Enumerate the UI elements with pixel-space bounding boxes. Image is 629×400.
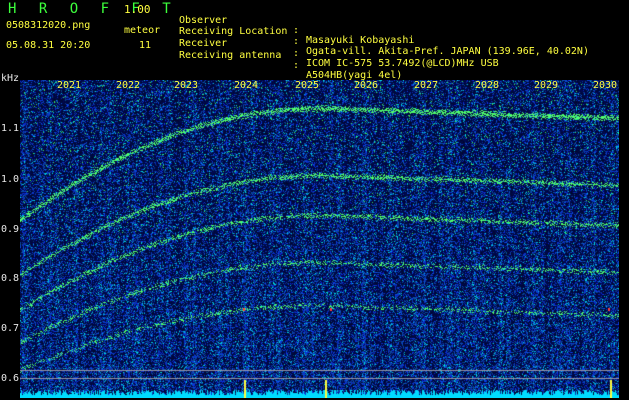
info-colon: : (293, 60, 300, 71)
info-colon: : (293, 25, 300, 36)
x-tick-label: 2023 (174, 80, 199, 91)
meteor-label: meteor (124, 25, 161, 36)
app-title: H R O F F T (8, 1, 178, 17)
info-label: Receiving antenna (179, 50, 282, 61)
y-tick-label: 0.7 (1, 323, 20, 334)
info-value: Ogata-vill. Akita-Pref. JAPAN (139.96E, … (306, 46, 589, 57)
y-axis-unit: kHz (1, 73, 20, 84)
x-tick-label: 2026 (354, 80, 379, 91)
info-value: Masayuki Kobayashi (306, 35, 415, 46)
filename: 0508312020.png (6, 20, 91, 31)
x-tick-label: 2027 (414, 80, 439, 91)
y-tick-label: 0.6 (1, 373, 20, 384)
spectrogram-canvas (20, 80, 619, 398)
hroft-window: H R O F F T 1.00 0508312020.png meteor 0… (0, 0, 629, 400)
app-version: 1.00 (124, 3, 151, 16)
x-tick-label: 2022 (116, 80, 141, 91)
x-tick-label: 2024 (234, 80, 259, 91)
x-tick-label: 2030 (593, 80, 618, 91)
datetime: 05.08.31 20:20 (6, 40, 91, 51)
info-colon: : (293, 36, 300, 47)
y-tick-label: 0.9 (1, 224, 20, 235)
y-tick-label: 0.8 (1, 273, 20, 284)
x-tick-label: 2028 (475, 80, 500, 91)
y-tick-label: 1.1 (1, 123, 20, 134)
info-colon: : (293, 48, 300, 59)
y-tick-label: 1.0 (1, 174, 20, 185)
x-tick-label: 2021 (57, 80, 82, 91)
info-value: ICOM IC-575 53.7492(@LCD)MHz USB (306, 58, 499, 69)
x-tick-label: 2025 (295, 80, 320, 91)
x-tick-label: 2029 (534, 80, 559, 91)
meteor-count: 11 (139, 40, 152, 51)
